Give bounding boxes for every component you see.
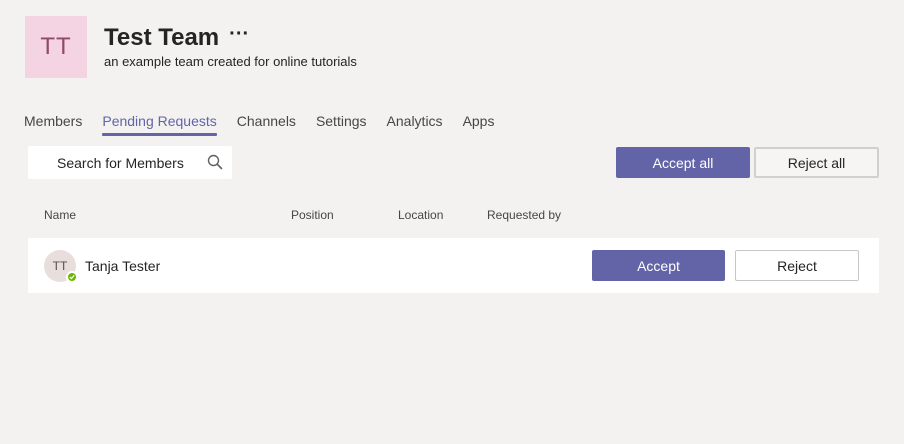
column-header-requested-by[interactable]: Requested by [487, 208, 561, 222]
team-avatar-initials: TT [40, 33, 72, 60]
search-input[interactable] [57, 154, 197, 171]
tab-apps[interactable]: Apps [463, 113, 495, 134]
team-header: Test Team ··· [104, 24, 249, 52]
member-name: Tanja Tester [85, 258, 161, 274]
team-description: an example team created for online tutor… [104, 54, 357, 69]
column-header-location[interactable]: Location [398, 208, 443, 222]
column-header-position[interactable]: Position [291, 208, 334, 222]
reject-button[interactable]: Reject [735, 250, 859, 281]
presence-available-icon [66, 271, 78, 283]
tab-bar: Members Pending Requests Channels Settin… [24, 113, 514, 136]
reject-all-button[interactable]: Reject all [754, 147, 879, 178]
tab-members[interactable]: Members [24, 113, 82, 134]
tab-settings[interactable]: Settings [316, 113, 367, 134]
team-avatar: TT [25, 16, 87, 78]
more-options-icon[interactable]: ··· [229, 24, 249, 44]
avatar[interactable]: TT [44, 250, 78, 283]
search-box [28, 146, 232, 179]
tab-channels[interactable]: Channels [237, 113, 296, 134]
accept-all-button[interactable]: Accept all [616, 147, 750, 178]
checkmark-icon [69, 275, 75, 280]
search-icon[interactable] [207, 154, 223, 170]
team-name: Test Team [104, 24, 220, 51]
tab-analytics[interactable]: Analytics [387, 113, 443, 134]
accept-button[interactable]: Accept [592, 250, 725, 281]
table-row: TT Tanja Tester Accept Reject [28, 238, 879, 293]
tab-pending-requests[interactable]: Pending Requests [102, 113, 218, 136]
column-header-name[interactable]: Name [44, 208, 76, 222]
avatar-initials: TT [52, 259, 68, 273]
